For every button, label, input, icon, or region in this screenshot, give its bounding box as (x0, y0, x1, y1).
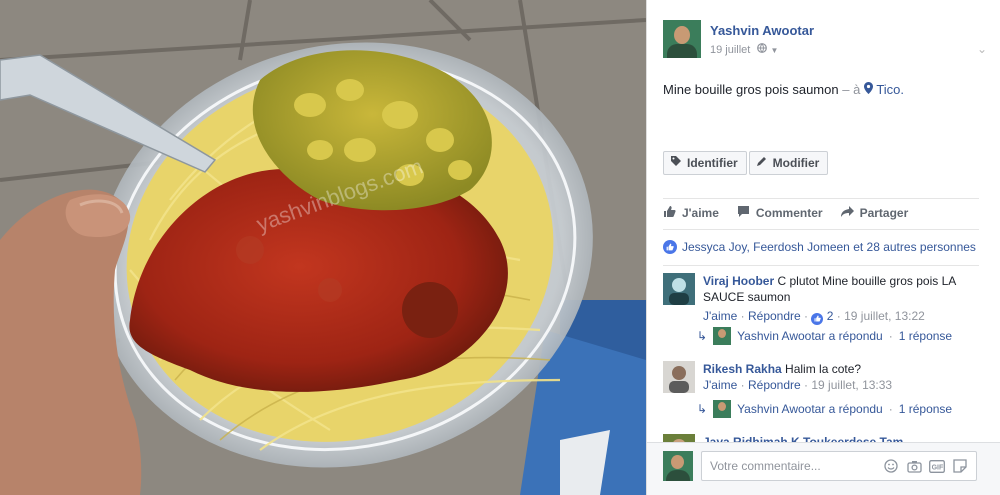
food-photo-illustration: yashvinblogs.com (0, 0, 646, 495)
comment-reply-link[interactable]: Répondre (748, 309, 801, 323)
comment-meta: J'aime · Répondre · 2 · 19 juillet, 13:2… (703, 309, 925, 325)
comment-meta: J'aime · Répondre · 19 juillet, 13:33 (703, 378, 893, 392)
pencil-icon (756, 152, 768, 174)
share-action-label: Partager (859, 206, 909, 220)
sticker-icon[interactable] (952, 458, 968, 474)
divider (663, 198, 979, 199)
comment-action[interactable]: Commenter (737, 205, 823, 221)
comment-text: Halim la cote? (785, 362, 862, 376)
composer-icons: GIF (883, 458, 968, 474)
edit-button-label: Modifier (772, 156, 820, 170)
comment-input-box[interactable]: GIF (701, 451, 977, 481)
tag-icon (670, 152, 682, 174)
author-avatar[interactable] (663, 20, 701, 58)
emoji-icon[interactable] (883, 458, 899, 474)
reply-count: 1 réponse (898, 329, 953, 343)
likes-text: Jessyca Joy, Feerdosh Jomeen et 28 autre… (682, 240, 976, 254)
commenter-avatar[interactable] (663, 273, 695, 305)
comment-icon (737, 205, 750, 221)
reply-avatar (713, 327, 732, 345)
like-reaction-icon (663, 240, 677, 254)
reply-summary[interactable]: ↳ Yashvin Awootar a répondu · 1 réponse (697, 400, 952, 418)
reply-summary[interactable]: ↳ Yashvin Awootar a répondu · 1 réponse (697, 327, 952, 345)
post-edit-buttons: Identifier Modifier (663, 151, 829, 175)
location-name: Tico. (876, 82, 905, 97)
location-pin-icon (863, 82, 876, 97)
svg-text:GIF: GIF (932, 464, 944, 471)
like-reaction-icon (811, 312, 824, 325)
author-name[interactable]: Yashvin Awootar (710, 23, 814, 38)
camera-icon[interactable] (906, 458, 922, 474)
share-icon (840, 205, 854, 221)
reply-avatar (713, 400, 732, 418)
comment-body: Rikesh Rakha Halim la cote? J'aime · Rép… (703, 361, 983, 393)
edit-button[interactable]: Modifier (748, 151, 829, 175)
post-actions: J'aime Commenter Partager (663, 205, 908, 221)
like-action[interactable]: J'aime (663, 205, 719, 221)
post-meta: 19 juillet ▼ (710, 43, 778, 56)
comment-time[interactable]: 19 juillet, 13:22 (844, 309, 925, 323)
commenter-name[interactable]: Viraj Hoober (703, 274, 774, 288)
post-side-panel: Yashvin Awootar 19 juillet ▼ ⌄ Mine boui… (646, 0, 1000, 495)
reply-count: 1 réponse (898, 402, 953, 416)
divider (663, 265, 979, 266)
privacy-dropdown-icon[interactable]: ▼ (770, 46, 778, 55)
comment-action-label: Commenter (755, 206, 823, 220)
reply-author-text: Yashvin Awootar a répondu (737, 402, 883, 416)
tag-button-label: Identifier (687, 156, 738, 170)
post-message: Mine bouille gros pois saumon (663, 82, 839, 97)
comment-body: Viraj Hoober C plutot Mine bouille gros … (703, 273, 983, 325)
tag-button[interactable]: Identifier (663, 151, 747, 175)
post-photo[interactable]: yashvinblogs.com (0, 0, 646, 495)
divider (663, 229, 979, 230)
reply-arrow-icon: ↳ (697, 402, 708, 416)
comment-reactions[interactable]: 2 (811, 309, 836, 325)
post-date[interactable]: 19 juillet (710, 44, 750, 56)
likes-summary[interactable]: Jessyca Joy, Feerdosh Jomeen et 28 autre… (663, 240, 976, 254)
thumbs-up-icon (663, 205, 676, 221)
reply-arrow-icon: ↳ (697, 329, 708, 343)
post-text: Mine bouille gros pois saumon – à Tico. (663, 82, 904, 97)
comment-input[interactable] (708, 458, 882, 474)
composer-avatar (663, 451, 693, 481)
gif-icon[interactable]: GIF (929, 458, 945, 474)
post-at: – à (842, 82, 861, 97)
commenter-avatar[interactable] (663, 361, 695, 393)
comment-like-link[interactable]: J'aime (703, 378, 737, 392)
comment-reply-link[interactable]: Répondre (748, 378, 801, 392)
commenter-name[interactable]: Rikesh Rakha (703, 362, 782, 376)
comment-like-link[interactable]: J'aime (703, 309, 737, 323)
comment-composer: GIF (647, 442, 1000, 495)
reply-author-text: Yashvin Awootar a répondu (737, 329, 883, 343)
like-action-label: J'aime (682, 206, 719, 220)
comment-reaction-count: 2 (826, 309, 834, 323)
location-link[interactable]: Tico. (863, 82, 905, 97)
globe-icon[interactable] (757, 43, 768, 56)
comment-time[interactable]: 19 juillet, 13:33 (811, 378, 892, 392)
share-action[interactable]: Partager (840, 205, 909, 221)
post-options-chevron-icon[interactable]: ⌄ (977, 42, 987, 56)
